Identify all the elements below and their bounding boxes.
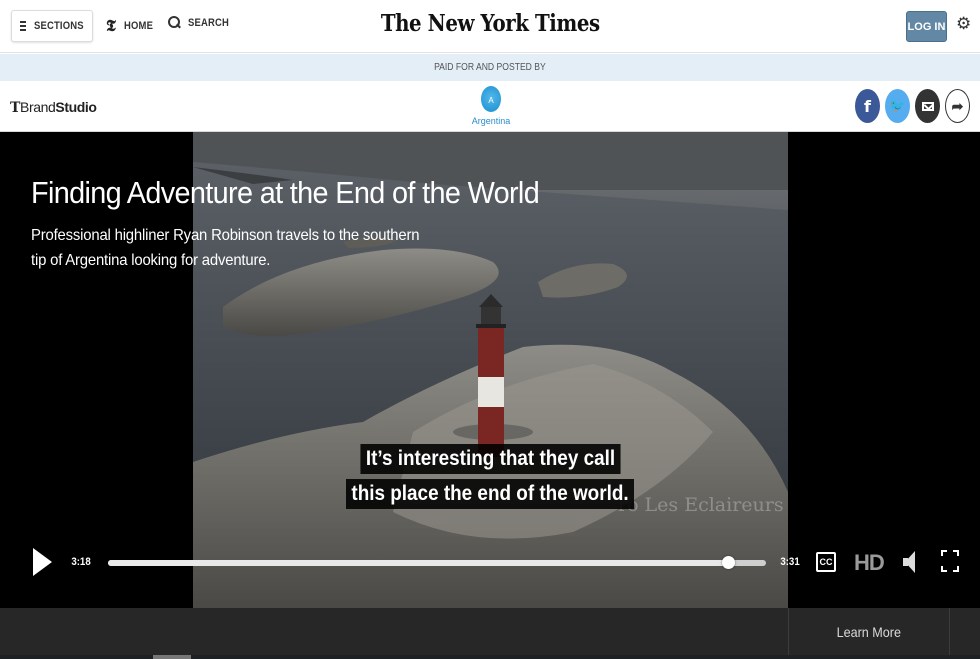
- login-button[interactable]: LOG IN: [906, 11, 947, 42]
- fullscreen-icon[interactable]: [941, 550, 959, 572]
- caption-text-2: this place the end of the world.: [345, 479, 635, 509]
- learn-more-button[interactable]: Learn More: [788, 608, 950, 655]
- more-share-button[interactable]: ➦: [945, 89, 970, 123]
- closed-captions-button[interactable]: CC: [816, 552, 836, 572]
- footer-scrollbar-thumb[interactable]: [153, 655, 191, 659]
- video-subtitle: Professional highliner Ryan Robinson tra…: [31, 227, 420, 269]
- play-icon[interactable]: [33, 548, 52, 576]
- brand-studio-brand: Brand: [20, 99, 56, 115]
- top-navigation-bar: SECTIONS 𝕿 HOME SEARCH The New York Time…: [0, 0, 980, 53]
- brand-studio-logo[interactable]: TBrandStudio: [10, 99, 97, 116]
- progress-fill: [108, 560, 729, 566]
- twitter-share-button[interactable]: 🐦: [885, 89, 910, 123]
- caption-line-1: It’s interesting that they call: [0, 444, 980, 474]
- email-icon: [921, 101, 934, 111]
- sponsor-argentina-logo[interactable]: A Argentina: [465, 86, 517, 126]
- hd-quality-button[interactable]: HD: [854, 550, 885, 576]
- facebook-share-button[interactable]: f: [855, 89, 880, 123]
- twitter-icon: 🐦: [889, 98, 906, 113]
- caption-text-1: It’s interesting that they call: [359, 444, 621, 474]
- video-player[interactable]: Finding Adventure at the End of the Worl…: [0, 132, 980, 608]
- share-arrow-icon: ➦: [951, 97, 964, 114]
- video-controls: 3:18 3:31 CC HD: [0, 540, 980, 585]
- current-time: 3:18: [71, 556, 91, 568]
- email-share-button[interactable]: [915, 89, 940, 123]
- argentina-emblem-icon: A: [481, 86, 501, 112]
- learn-more-label: Learn More: [836, 623, 902, 640]
- share-buttons: f 🐦 ➦: [855, 89, 970, 123]
- nyt-logo[interactable]: The New York Times: [0, 10, 980, 37]
- brand-studio-t: T: [10, 100, 21, 116]
- gear-icon[interactable]: ⚙: [956, 15, 972, 33]
- video-title: Finding Adventure at the End of the Worl…: [31, 175, 540, 210]
- video-footer-bar: Learn More: [0, 608, 980, 659]
- paid-post-banner: PAID FOR AND POSTED BY: [0, 54, 980, 81]
- facebook-icon: f: [864, 96, 871, 116]
- footer-scrollbar[interactable]: [0, 655, 980, 659]
- progress-scrubber[interactable]: [108, 556, 766, 569]
- brand-bar: TBrandStudio A Argentina: [0, 81, 980, 132]
- logo-text: The New York Times: [380, 10, 600, 37]
- paid-post-label: PAID FOR AND POSTED BY: [434, 62, 546, 73]
- volume-icon[interactable]: [903, 551, 917, 573]
- brand-studio-studio: Studio: [55, 99, 97, 115]
- caption-line-2: this place the end of the world.: [0, 479, 980, 509]
- duration: 3:31: [780, 556, 800, 568]
- scrubber-handle[interactable]: [722, 556, 736, 569]
- sponsor-name: Argentina: [471, 116, 511, 126]
